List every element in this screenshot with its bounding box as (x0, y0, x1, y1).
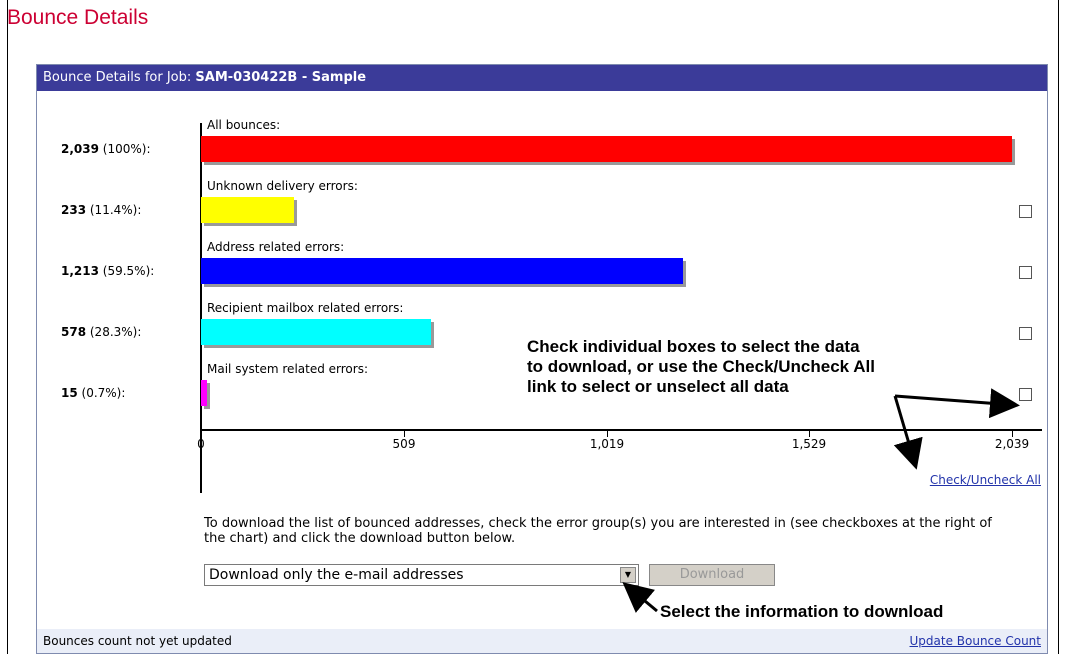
arrow-to-checkbox (894, 388, 1020, 419)
callout-arrows (622, 388, 1020, 613)
arrow-to-check-all (893, 395, 923, 470)
arrow-to-select (622, 582, 658, 613)
